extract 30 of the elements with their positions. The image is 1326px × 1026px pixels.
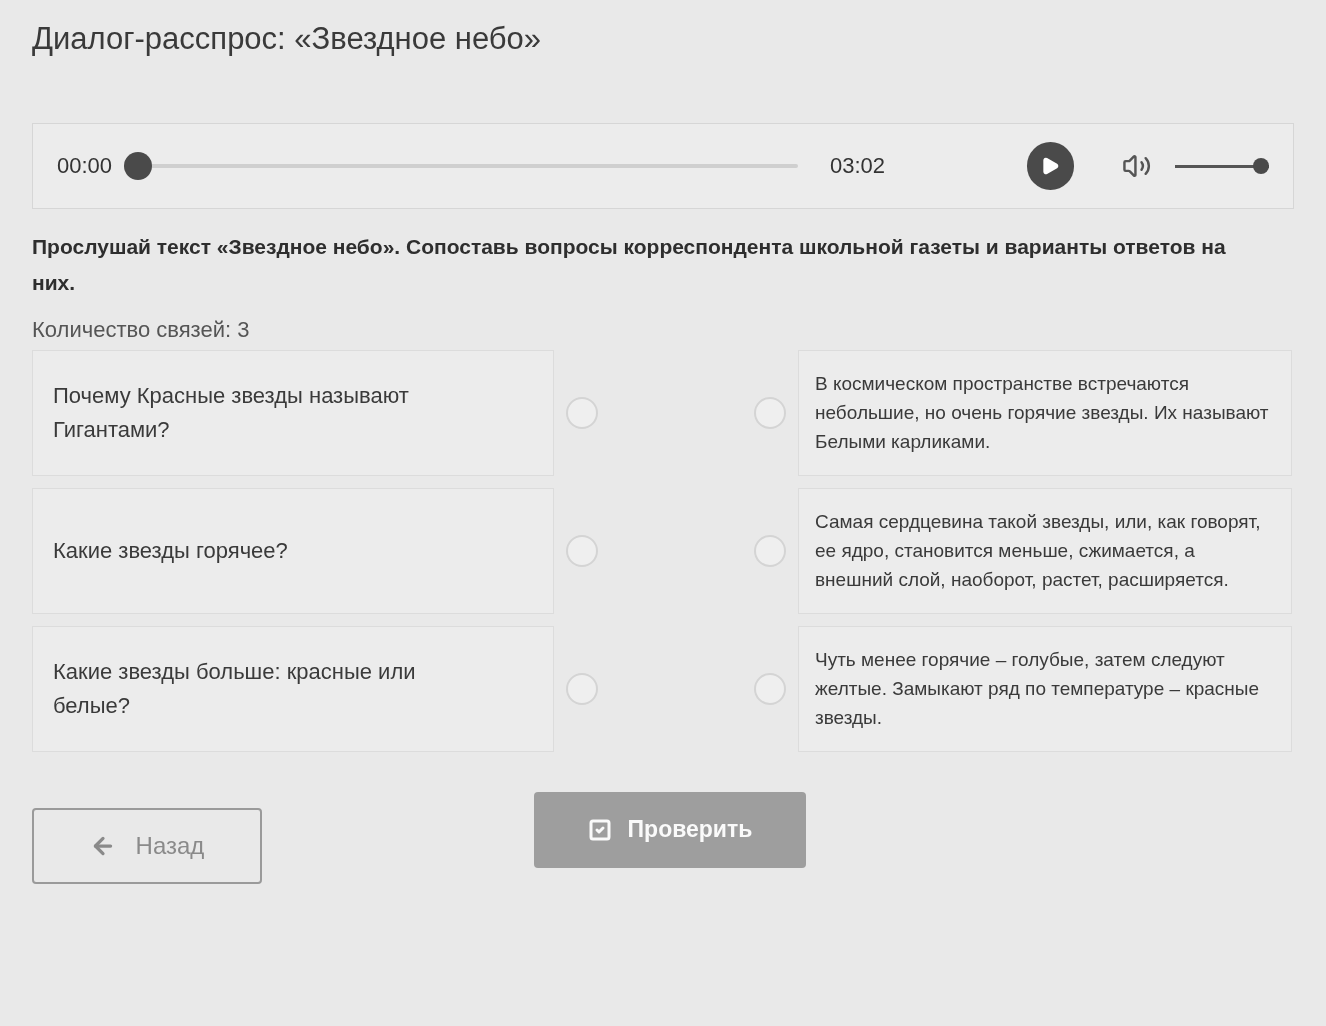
question-card[interactable]: Какие звезды больше: красные или белые? <box>32 625 554 752</box>
answer-text: Самая сердцевина такой звезды, или, как говорят, ее ядро, становится меньше, сжимается, а внешний слой, наоборот, растет, расширяется. <box>815 510 1262 592</box>
radio-button[interactable] <box>754 396 786 429</box>
current-time: 00:00 <box>57 152 113 180</box>
instruction-text: Прослушай текст «Звездное небо». Сопоставь вопросы корреспондента школьной газеты и варианты ответов на них. <box>32 233 1227 296</box>
page-title: Диалог-расспрос: «Звездное небо» <box>32 20 543 58</box>
answer-text: Чуть менее горячие – голубые, затем следуют желтые. Замыкают ряд по температуре – красные звезды. <box>815 648 1261 730</box>
checkbox-icon <box>587 817 612 842</box>
question-text: Какие звезды больше: красные или белые? <box>53 657 417 720</box>
play-icon <box>1040 155 1061 176</box>
play-button[interactable] <box>1027 141 1074 190</box>
answer-card[interactable]: В космическом пространстве встречаются небольшие, но очень горячие звезды. Их называют Белыми карликами. <box>798 349 1292 476</box>
question-card[interactable]: Почему Красные звезды называют Гигантами? <box>32 349 554 476</box>
question-text: Почему Красные звезды называют Гигантами? <box>53 381 410 444</box>
progress-slider[interactable] <box>124 151 798 180</box>
answer-card[interactable]: Самая сердцевина такой звезды, или, как говорят, ее ядро, становится меньше, сжимается, а внешний слой, наоборот, растет, расширяется. <box>798 487 1292 614</box>
radio-button[interactable] <box>566 396 598 429</box>
question-card[interactable]: Какие звезды горячее? <box>32 487 554 614</box>
radio-button[interactable] <box>566 534 598 567</box>
question-text: Какие звезды горячее? <box>53 536 288 565</box>
answer-text: В космическом пространстве встречаются небольшие, но очень горячие звезды. Их называют Белыми карликами. <box>815 372 1270 454</box>
progress-thumb[interactable] <box>124 151 153 180</box>
radio-button[interactable] <box>754 534 786 567</box>
volume-slider[interactable] <box>1175 157 1269 174</box>
connections-count: Количество связей: 3 <box>32 315 251 344</box>
radio-button[interactable] <box>566 672 598 705</box>
answer-card[interactable]: Чуть менее горячие – голубые, затем следуют желтые. Замыкают ряд по температуре – красные звезды. <box>798 625 1292 752</box>
duration: 03:02 <box>830 152 886 180</box>
volume-thumb[interactable] <box>1253 157 1269 174</box>
radio-button[interactable] <box>754 672 786 705</box>
